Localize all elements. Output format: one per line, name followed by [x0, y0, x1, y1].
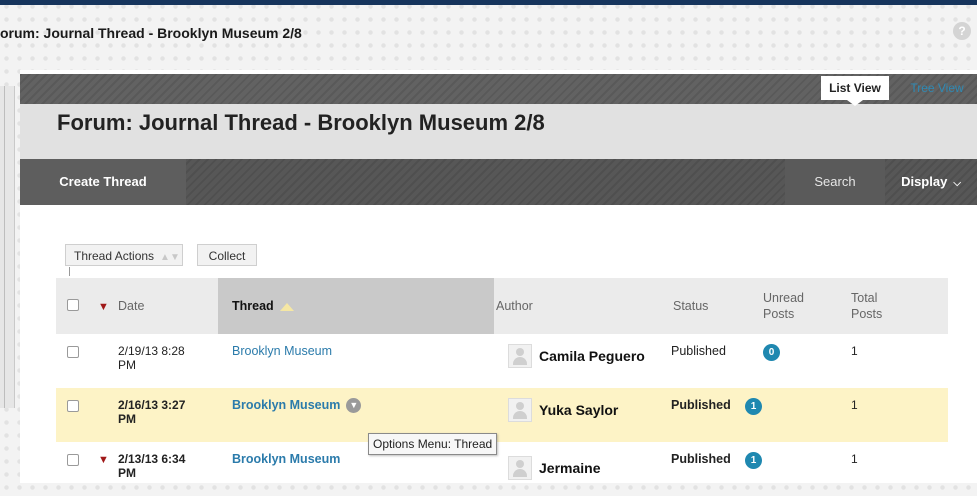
total-cell: 1 [846, 388, 948, 442]
row-select-cell [56, 334, 94, 388]
unread-cell: 0 [735, 334, 846, 388]
author: Jermaine [508, 456, 671, 480]
unread-header[interactable]: Unread Posts [735, 278, 846, 334]
author-cell: Yuka Saylor [494, 388, 671, 442]
display-menu-button[interactable]: Display ⌵ [885, 159, 977, 205]
display-label: Display [901, 174, 948, 189]
flag-header[interactable]: ▼ [94, 278, 118, 334]
date-cell: 2/16/13 3:27 PM [118, 388, 218, 442]
thread-actions-button[interactable]: Thread Actions ▲▼ [65, 244, 183, 266]
status-cell: Published [671, 442, 735, 496]
thread-actions-label: Thread Actions [74, 249, 155, 263]
flag-cell[interactable] [94, 388, 118, 442]
status-text: Published [671, 344, 726, 358]
sort-arrows-icon: ▲▼ [160, 252, 180, 263]
date-header[interactable]: Date [118, 278, 218, 334]
status-cell: Published [671, 388, 735, 442]
table-row[interactable]: 2/16/13 3:27 PM Brooklyn Museum ▼ Yuka Sa… [56, 388, 948, 442]
thread-link[interactable]: Brooklyn Museum [232, 344, 332, 358]
table-header-row: ▼ Date Thread Author Status Unread Posts… [56, 278, 948, 334]
thread-cell: Brooklyn Museum [218, 334, 494, 388]
unread-cell: 1 [735, 388, 846, 442]
flag-icon: ▼ [98, 301, 109, 313]
options-menu-tooltip: Options Menu: Thread [368, 433, 498, 455]
sort-ascending-icon [279, 302, 294, 311]
row-select-cell [56, 388, 94, 442]
table-row[interactable]: 2/19/13 8:28 PM Brooklyn Museum Camila P… [56, 334, 948, 388]
post-date: 2/16/13 3:27 PM [118, 398, 186, 426]
total-header[interactable]: Total Posts [846, 278, 948, 334]
author: Yuka Saylor [508, 398, 671, 422]
threads-table: ▼ Date Thread Author Status Unread Posts… [56, 278, 948, 496]
flag-icon: ▼ [98, 454, 109, 466]
thread-link[interactable]: Brooklyn Museum [232, 398, 340, 412]
tab-tree-view[interactable]: Tree View [897, 76, 977, 100]
author-cell: Camila Peguero [494, 334, 671, 388]
unread-count-badge[interactable]: 1 [745, 452, 762, 469]
breadcrumb[interactable]: orum: Journal Thread - Brooklyn Museum 2… [0, 18, 302, 48]
author: Camila Peguero [508, 344, 671, 368]
date-cell: 2/19/13 8:28 PM [118, 334, 218, 388]
search-button[interactable]: Search [785, 159, 885, 205]
total-count: 1 [851, 398, 858, 412]
total-count: 1 [851, 452, 858, 466]
status-text: Published [671, 398, 731, 412]
date-cell: 2/13/13 6:34 PM [118, 442, 218, 496]
unread-count-badge[interactable]: 1 [745, 398, 762, 415]
chevron-down-icon: ⌵ [953, 178, 961, 189]
left-panel-edge [0, 86, 15, 408]
thread-header-label: Thread [232, 299, 274, 313]
author-name: Yuka Saylor [539, 402, 619, 418]
post-date: 2/19/13 8:28 PM [118, 344, 185, 372]
row-select-cell [56, 442, 94, 496]
row-checkbox[interactable] [67, 400, 79, 412]
author-name: Jermaine [539, 460, 601, 476]
options-menu-chevron-icon[interactable]: ▼ [346, 398, 362, 414]
author-name: Camila Peguero [539, 348, 645, 364]
unread-cell: 1 [735, 442, 846, 496]
tab-list-view[interactable]: List View [821, 76, 889, 106]
avatar [508, 398, 532, 422]
total-count: 1 [851, 344, 858, 358]
status-text: Published [671, 452, 731, 466]
author-cell: Jermaine [494, 442, 671, 496]
help-icon[interactable]: ? [953, 22, 971, 40]
avatar [508, 344, 532, 368]
total-cell: 1 [846, 334, 948, 388]
flag-cell[interactable]: ▼ [94, 442, 118, 496]
avatar [508, 456, 532, 480]
table-row[interactable]: ▼ 2/13/13 6:34 PM Brooklyn Museum Jermai… [56, 442, 948, 496]
flag-cell[interactable] [94, 334, 118, 388]
collect-button[interactable]: Collect [197, 244, 257, 266]
status-cell: Published [671, 334, 735, 388]
status-header[interactable]: Status [671, 278, 735, 334]
thread-link[interactable]: Brooklyn Museum [232, 452, 340, 466]
divider [69, 267, 70, 276]
post-date: 2/13/13 6:34 PM [118, 452, 186, 480]
author-header[interactable]: Author [494, 278, 671, 334]
top-accent-bar [0, 0, 977, 5]
thread-header[interactable]: Thread [218, 278, 494, 334]
row-checkbox[interactable] [67, 454, 79, 466]
create-thread-button[interactable]: Create Thread [20, 159, 186, 205]
select-all-cell [56, 278, 94, 334]
action-bar: Create Thread Search Display ⌵ [20, 159, 977, 205]
total-cell: 1 [846, 442, 948, 496]
page-title: Forum: Journal Thread - Brooklyn Museum … [57, 110, 545, 135]
select-all-checkbox[interactable] [67, 298, 79, 311]
row-checkbox[interactable] [67, 346, 79, 358]
unread-count-badge[interactable]: 0 [763, 344, 780, 361]
